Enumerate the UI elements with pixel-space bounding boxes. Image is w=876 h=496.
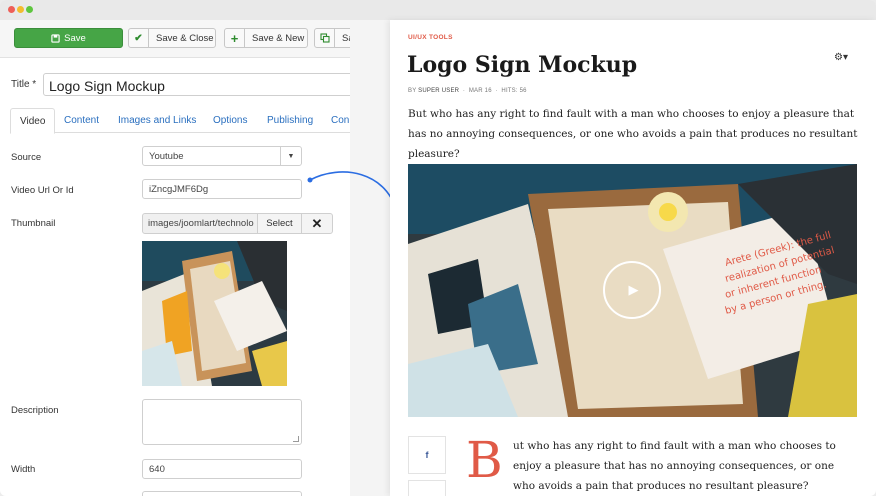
close-window-button[interactable] bbox=[8, 6, 15, 13]
width-label: Width bbox=[11, 464, 36, 475]
chevron-down-icon: ▼ bbox=[280, 147, 301, 165]
tab-images-and-links[interactable]: Images and Links bbox=[118, 108, 196, 133]
height-input[interactable] bbox=[142, 491, 302, 496]
copy-icon bbox=[315, 29, 335, 47]
video-player[interactable]: Arete (Greek): the full realization of p… bbox=[408, 164, 857, 417]
article-title: Logo Sign Mockup bbox=[407, 52, 638, 78]
resize-handle-icon[interactable] bbox=[293, 436, 299, 442]
edit-tabs: Video Content Images and Links Options P… bbox=[10, 108, 350, 134]
video-url-input[interactable]: iZncgJMF6Dg bbox=[142, 179, 302, 199]
gear-icon[interactable]: ⚙▾ bbox=[834, 52, 848, 63]
check-icon: ✔ bbox=[129, 29, 149, 47]
tab-content[interactable]: Content bbox=[64, 108, 99, 133]
thumbnail-preview-image bbox=[142, 241, 287, 386]
source-label: Source bbox=[11, 152, 42, 163]
category-link[interactable]: UI/UX TOOLS bbox=[408, 34, 453, 41]
thumbnail-label: Thumbnail bbox=[11, 218, 56, 229]
video-url-label: Video Url Or Id bbox=[11, 185, 74, 196]
description-textarea[interactable] bbox=[142, 399, 302, 445]
article-meta: BY SUPER USER · MAR 16 · HITS: 56 bbox=[408, 88, 527, 94]
meta-date: MAR 16 bbox=[468, 88, 492, 94]
article-preview: UI/UX TOOLS Logo Sign Mockup ⚙▾ BY SUPER… bbox=[390, 20, 876, 496]
meta-author[interactable]: SUPER USER bbox=[418, 88, 459, 94]
save-new-label: Save & New bbox=[252, 32, 305, 44]
maximize-window-button[interactable] bbox=[26, 6, 33, 13]
window-titlebar bbox=[0, 0, 876, 20]
save-button[interactable]: Save bbox=[14, 28, 123, 48]
title-label: Title * bbox=[11, 79, 37, 90]
article-body: ut who has any right to find fault with … bbox=[513, 440, 836, 492]
play-icon[interactable]: ▶ bbox=[603, 261, 661, 319]
tab-options[interactable]: Options bbox=[213, 108, 247, 133]
meta-hits: HITS: 56 bbox=[501, 88, 527, 94]
save-label: Save bbox=[64, 32, 86, 44]
thumbnail-path-input[interactable]: images/joomlart/technolo bbox=[142, 213, 258, 234]
save-icon bbox=[51, 29, 60, 47]
minimize-window-button[interactable] bbox=[17, 6, 24, 13]
save-copy-button[interactable]: Sa bbox=[314, 28, 350, 48]
source-value: Youtube bbox=[149, 151, 184, 162]
meta-by: BY bbox=[408, 88, 417, 94]
thumbnail-clear-button[interactable]: ✕ bbox=[301, 213, 333, 234]
thumbnail-select-button[interactable]: Select bbox=[257, 213, 302, 234]
save-close-button[interactable]: ✔ Save & Close bbox=[128, 28, 216, 48]
tab-publishing[interactable]: Publishing bbox=[267, 108, 313, 133]
save-close-label: Save & Close bbox=[156, 32, 214, 44]
tab-video[interactable]: Video bbox=[10, 108, 56, 134]
title-input[interactable]: Logo Sign Mockup bbox=[43, 73, 350, 96]
facebook-share-button[interactable]: f bbox=[408, 436, 446, 474]
description-label: Description bbox=[11, 405, 59, 416]
article-edit-panel: Save ✔ Save & Close + Save & New Sa Titl… bbox=[0, 20, 350, 496]
dropcap-letter: B bbox=[466, 431, 503, 489]
width-input[interactable]: 640 bbox=[142, 459, 302, 479]
source-select[interactable]: Youtube ▼ bbox=[142, 146, 302, 166]
save-new-button[interactable]: + Save & New bbox=[224, 28, 308, 48]
plus-icon: + bbox=[225, 29, 245, 47]
app-window: Save ✔ Save & Close + Save & New Sa Titl… bbox=[0, 0, 876, 496]
article-intro: But who has any right to find fault with… bbox=[408, 108, 858, 160]
tab-content-more[interactable]: Con bbox=[331, 108, 349, 133]
edit-toolbar: Save ✔ Save & Close + Save & New Sa bbox=[0, 20, 350, 58]
save-copy-label: Sa bbox=[342, 32, 350, 44]
share-button[interactable] bbox=[408, 480, 446, 496]
